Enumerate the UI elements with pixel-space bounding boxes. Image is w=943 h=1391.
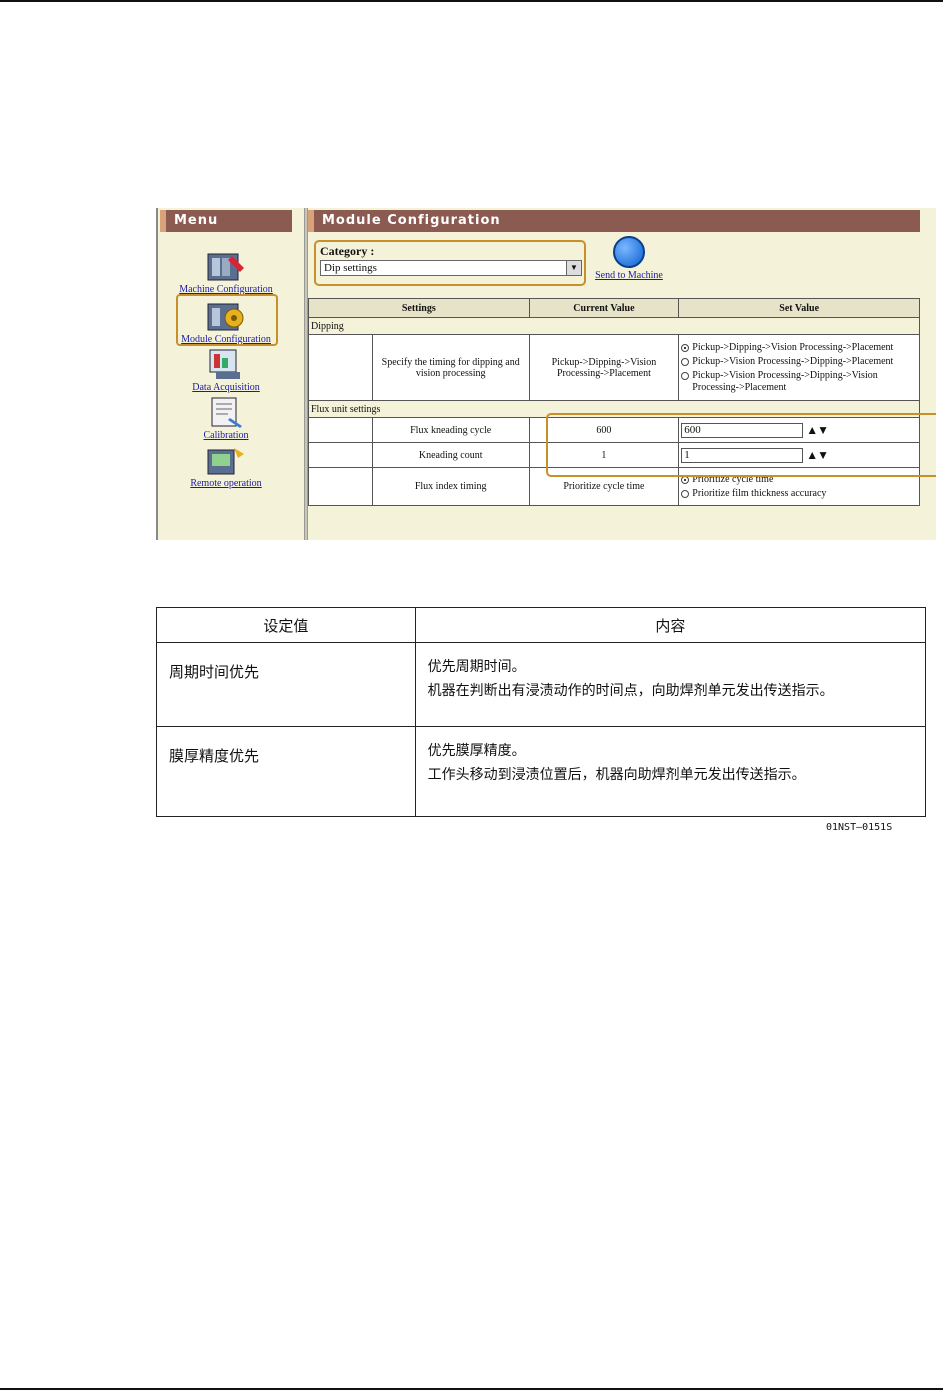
header-current-value: Current Value [528, 298, 680, 318]
menu-item-label: Calibration [203, 430, 249, 441]
content-line: 机器在判断出有浸渍动作的时间点，向助焊剂单元发出传送指示。 [427, 683, 834, 699]
panel-title: Module Configuration [308, 210, 920, 232]
remote-operation-icon [206, 444, 246, 476]
row-content: 优先周期时间。 机器在判断出有浸渍动作的时间点，向助焊剂单元发出传送指示。 [414, 642, 927, 727]
setting-name: Specify the timing for dipping and visio… [371, 334, 530, 401]
send-to-machine-button[interactable]: Send to Machine [590, 236, 668, 281]
radio-button[interactable] [681, 371, 690, 380]
table-row: Specify the timing for dipping and visio… [308, 334, 920, 401]
menu-item-machine-configuration[interactable]: Machine Configuration [166, 250, 286, 295]
section-dipping: Dipping [308, 317, 920, 335]
radio-option[interactable]: Pickup->Vision Processing->Dipping->Plac… [679, 355, 919, 369]
content-line: 优先膜厚精度。 [427, 743, 526, 759]
menu-item-label: Data Acquisition [192, 382, 260, 393]
data-acquisition-icon [206, 348, 246, 380]
header-set-value-cn: 设定值 [156, 607, 416, 643]
send-icon [613, 236, 645, 268]
description-table: 设定值 内容 周期时间优先 优先周期时间。 机器在判断出有浸渍动作的时间点，向助… [156, 607, 927, 817]
menu-panel: Menu Machine Configuration Module Config… [156, 208, 304, 540]
row-set-value: 周期时间优先 [156, 642, 416, 727]
table-header-row: Settings Current Value Set Value [308, 298, 920, 318]
top-rule [0, 0, 943, 2]
flux-settings-highlight [546, 413, 936, 477]
category-box: Category : Dip settings ▼ [314, 240, 586, 286]
header-settings: Settings [308, 298, 530, 318]
calibration-icon [206, 396, 246, 428]
bottom-rule [0, 1388, 943, 1390]
setting-name: Flux kneading cycle [371, 417, 530, 443]
content-line: 工作头移动到浸渍位置后，机器向助焊剂单元发出传送指示。 [427, 767, 806, 783]
menu-item-calibration[interactable]: Calibration [166, 396, 286, 441]
category-value: Dip settings [324, 262, 377, 274]
radio-button[interactable] [681, 489, 690, 498]
send-to-machine-label: Send to Machine [595, 270, 663, 281]
radio-button[interactable] [681, 343, 690, 352]
content-line: 优先周期时间。 [427, 659, 526, 675]
blank-cell [308, 334, 373, 401]
screenshot-panel: Menu Machine Configuration Module Config… [156, 208, 936, 540]
radio-option[interactable]: Pickup->Vision Processing->Dipping->Visi… [679, 369, 919, 395]
chevron-down-icon[interactable]: ▼ [566, 261, 581, 275]
set-value-options: Pickup->Dipping->Vision Processing->Plac… [678, 334, 920, 401]
radio-option[interactable]: Prioritize film thickness accuracy [679, 487, 919, 501]
table-row: 周期时间优先 优先周期时间。 机器在判断出有浸渍动作的时间点，向助焊剂单元发出传… [156, 642, 927, 727]
row-set-value: 膜厚精度优先 [156, 726, 416, 817]
header-set-value: Set Value [678, 298, 920, 318]
menu-item-label: Remote operation [190, 478, 262, 489]
category-label: Category : [320, 244, 375, 258]
radio-button[interactable] [681, 357, 690, 366]
menu-title: Menu [160, 210, 292, 232]
menu-item-data-acquisition[interactable]: Data Acquisition [166, 348, 286, 393]
menu-item-remote-operation[interactable]: Remote operation [166, 444, 286, 489]
machine-config-icon [206, 250, 246, 282]
current-value: Pickup->Dipping->Vision Processing->Plac… [528, 334, 680, 401]
row-content: 优先膜厚精度。 工作头移动到浸渍位置后，机器向助焊剂单元发出传送指示。 [414, 726, 927, 817]
header-content-cn: 内容 [414, 607, 927, 643]
module-configuration-panel: Module Configuration Category : Dip sett… [308, 208, 936, 540]
module-configuration-highlight [176, 294, 278, 346]
setting-name: Flux index timing [371, 467, 530, 506]
category-select[interactable]: Dip settings ▼ [320, 260, 582, 276]
blank-cell [308, 467, 373, 506]
radio-option[interactable]: Pickup->Dipping->Vision Processing->Plac… [679, 341, 919, 355]
blank-cell [308, 417, 373, 443]
blank-cell [308, 442, 373, 468]
table-row: 膜厚精度优先 优先膜厚精度。 工作头移动到浸渍位置后，机器向助焊剂单元发出传送指… [156, 726, 927, 817]
setting-name: Kneading count [371, 442, 530, 468]
figure-code: 01NST–0151S [826, 822, 893, 833]
